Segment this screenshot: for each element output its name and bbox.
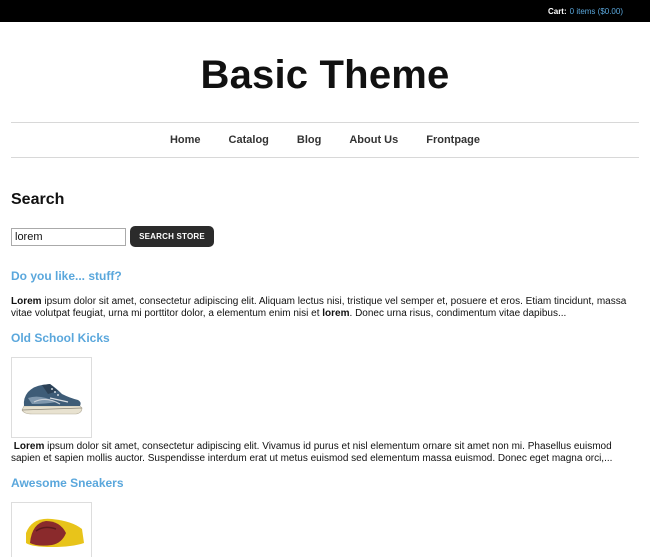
main-nav: Home Catalog Blog About Us Frontpage bbox=[11, 122, 639, 158]
result-title-awesome-sneakers[interactable]: Awesome Sneakers bbox=[11, 476, 639, 490]
search-store-button[interactable]: SEARCH STORE bbox=[130, 226, 214, 247]
search-form: SEARCH STORE bbox=[11, 226, 639, 247]
excerpt-text: . Donec urna risus, condimentum vitae da… bbox=[349, 308, 567, 319]
highlight-term: Lorem bbox=[13, 441, 45, 452]
nav-catalog[interactable]: Catalog bbox=[229, 134, 269, 146]
site-title[interactable]: Basic Theme bbox=[0, 53, 650, 98]
search-input[interactable] bbox=[11, 227, 126, 246]
blue-sneaker-image[interactable] bbox=[11, 357, 92, 438]
result-title-old-school-kicks[interactable]: Old School Kicks bbox=[11, 331, 639, 345]
nav-frontpage[interactable]: Frontpage bbox=[426, 134, 480, 146]
excerpt-text: ipsum dolor sit amet, consectetur adipis… bbox=[11, 441, 613, 464]
highlight-term: Lorem bbox=[11, 296, 42, 307]
nav-blog[interactable]: Blog bbox=[297, 134, 321, 146]
nav-home[interactable]: Home bbox=[170, 134, 201, 146]
blue-sneaker-icon bbox=[21, 384, 83, 415]
result-title-do-you-like-stuff[interactable]: Do you like... stuff? bbox=[11, 269, 639, 283]
result-excerpt: Lorem ipsum dolor sit amet, consectetur … bbox=[11, 296, 639, 320]
top-bar: Cart: 0 items ($0.00) bbox=[0, 0, 650, 22]
red-yellow-sneaker-image[interactable] bbox=[11, 502, 92, 557]
result-excerpt: Lorem ipsum dolor sit amet, consectetur … bbox=[11, 441, 639, 465]
red-yellow-sneaker-icon bbox=[26, 518, 84, 547]
search-heading: Search bbox=[11, 191, 65, 208]
nav-about-us[interactable]: About Us bbox=[349, 134, 398, 146]
cart-link[interactable]: 0 items ($0.00) bbox=[570, 7, 623, 16]
cart-label: Cart: bbox=[547, 6, 567, 16]
main-content: Search SEARCH STORE Do you like... stuff… bbox=[0, 191, 650, 557]
highlight-term: lorem bbox=[322, 308, 350, 319]
